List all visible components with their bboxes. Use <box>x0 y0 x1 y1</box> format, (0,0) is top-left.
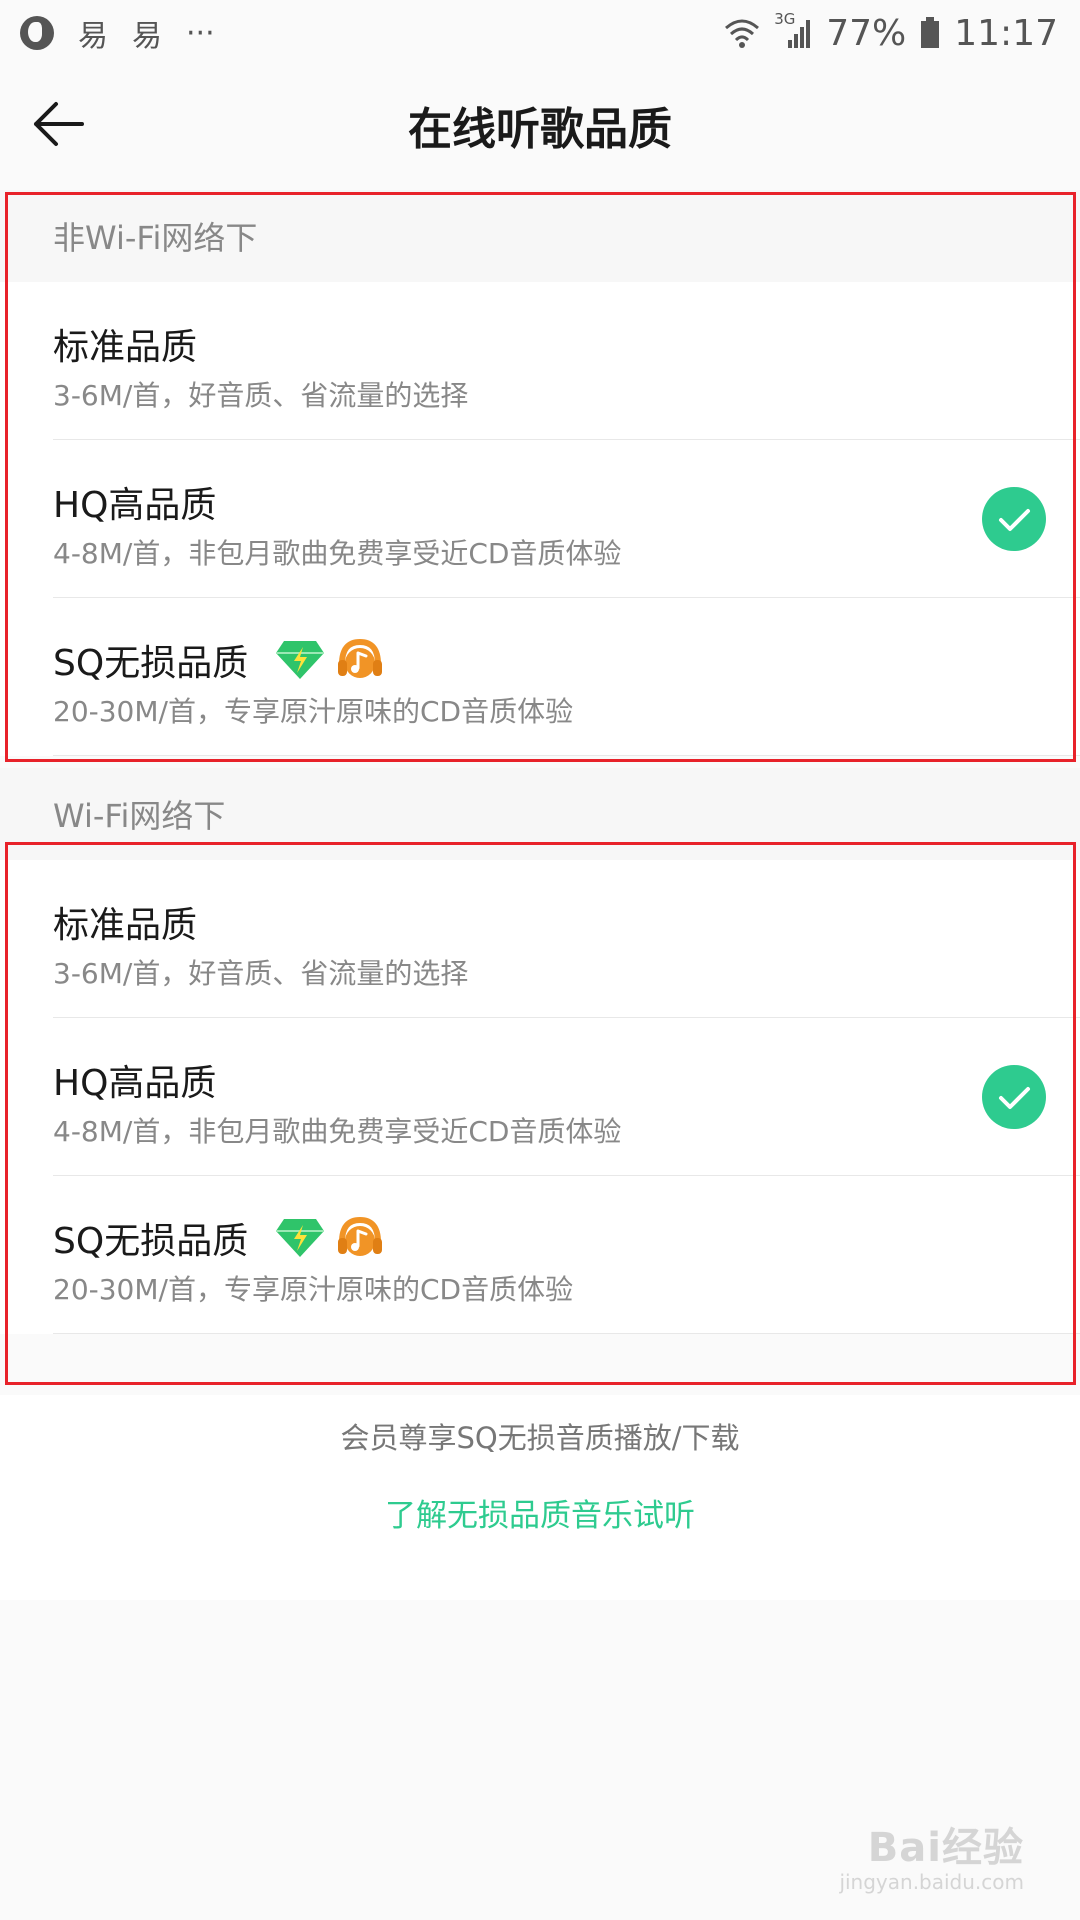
option-title-text: 标准品质 <box>53 327 198 368</box>
cellular-signal-icon: 3G <box>774 10 812 50</box>
option-title: HQ高品质 <box>53 1054 216 1106</box>
section-header-wifi: Wi-Fi网络下 <box>0 768 1080 860</box>
option-description: 20-30M/首，专享原汁原味的CD音质体验 <box>53 695 574 728</box>
option-group-non-wifi: 标准品质 3-6M/首，好音质、省流量的选择 HQ高品质 4-8M/首，非包月歌… <box>0 282 1080 756</box>
status-left: 易 易 ··· <box>20 11 215 55</box>
notification-icon-1: 易 <box>78 19 108 54</box>
option-description: 4-8M/首，非包月歌曲免费享受近CD音质体验 <box>53 537 622 570</box>
status-right: 3G 77% 11:17 <box>724 10 1058 54</box>
option-title-text: SQ无损品质 <box>53 1221 249 1262</box>
option-standard-quality[interactable]: 标准品质 3-6M/首，好音质、省流量的选择 <box>53 860 1080 1018</box>
battery-percentage: 77% <box>826 12 907 54</box>
option-title-text: HQ高品质 <box>53 485 217 526</box>
clock: 11:17 <box>954 12 1058 54</box>
option-title-text: 标准品质 <box>53 905 198 946</box>
check-circle-icon <box>982 1065 1046 1129</box>
option-title: SQ无损品质 <box>53 1212 384 1264</box>
option-title: 标准品质 <box>53 318 197 370</box>
option-title: SQ无损品质 <box>53 634 384 686</box>
option-title: 标准品质 <box>53 896 197 948</box>
more-notifications-icon: ··· <box>186 15 215 51</box>
notification-icon-2: 易 <box>132 19 162 54</box>
option-hq-quality[interactable]: HQ高品质 4-8M/首，非包月歌曲免费享受近CD音质体验 <box>53 440 1080 598</box>
browser-notification-icon <box>20 16 54 50</box>
option-standard-quality[interactable]: 标准品质 3-6M/首，好音质、省流量的选择 <box>53 282 1080 440</box>
page-title: 在线听歌品质 <box>408 104 672 155</box>
option-sq-lossless[interactable]: SQ无损品质 20-30M/首，专享原汁原味的CD音质体验 <box>53 1176 1080 1334</box>
option-description: 3-6M/首，好音质、省流量的选择 <box>53 379 469 412</box>
green-diamond-icon <box>276 1219 325 1257</box>
watermark-logo: Bai经验 <box>867 1825 1024 1871</box>
orange-headphones-icon <box>338 638 383 678</box>
option-description: 20-30M/首，专享原汁原味的CD音质体验 <box>53 1273 574 1306</box>
app-bar: 在线听歌品质 <box>0 66 1080 184</box>
battery-icon <box>921 17 940 48</box>
membership-note: 会员尊享SQ无损音质播放/下载 <box>340 1421 740 1455</box>
arrow-left-icon <box>34 102 84 146</box>
lossless-preview-link[interactable]: 了解无损品质音乐试听 <box>0 1490 1080 1535</box>
wifi-icon <box>725 19 760 48</box>
option-description: 3-6M/首，好音质、省流量的选择 <box>53 957 469 990</box>
badges <box>274 638 384 682</box>
check-circle-icon <box>982 487 1046 551</box>
watermark-url: jingyan.baidu.com <box>839 1870 1024 1894</box>
option-title-text: HQ高品质 <box>53 1063 217 1104</box>
status-bar: 易 易 ··· 3G 77% 11:17 <box>0 0 1080 66</box>
section-header-non-wifi: 非Wi-Fi网络下 <box>0 190 1080 282</box>
green-diamond-icon <box>276 641 325 679</box>
option-description: 4-8M/首，非包月歌曲免费享受近CD音质体验 <box>53 1115 622 1148</box>
orange-headphones-icon <box>338 1216 383 1256</box>
option-hq-quality[interactable]: HQ高品质 4-8M/首，非包月歌曲免费享受近CD音质体验 <box>53 1018 1080 1176</box>
back-button[interactable] <box>30 96 86 152</box>
option-title: HQ高品质 <box>53 476 216 528</box>
option-sq-lossless[interactable]: SQ无损品质 20-30M/首，专享原汁原味的CD音质体验 <box>53 598 1080 756</box>
option-group-wifi: 标准品质 3-6M/首，好音质、省流量的选择 HQ高品质 4-8M/首，非包月歌… <box>0 860 1080 1334</box>
option-title-text: SQ无损品质 <box>53 643 249 684</box>
badges <box>274 1216 384 1260</box>
